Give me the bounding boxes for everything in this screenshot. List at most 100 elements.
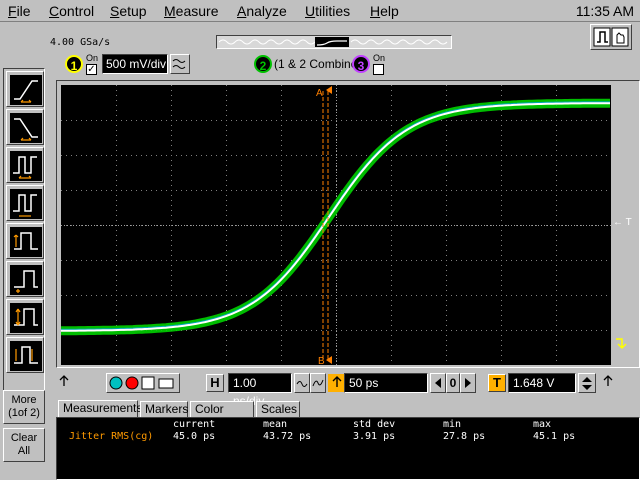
rise-time-button[interactable]	[6, 71, 44, 107]
amplitude-icon	[10, 265, 42, 295]
waveform-display: AB ← T	[56, 80, 640, 368]
left-arrow-icon	[435, 378, 441, 388]
more-sub-label: (1of 2)	[8, 407, 40, 419]
cursor-a-arrow	[326, 86, 332, 94]
menu-file[interactable]: File	[8, 3, 31, 19]
period-button[interactable]	[6, 147, 44, 183]
scope-control-bar: H 1.00 ns/div 50 ps 0 T 1.648 V	[56, 370, 640, 408]
trigger-level-marker: ← T	[613, 217, 632, 228]
channel-1-scale-stepper[interactable]	[170, 54, 190, 74]
clear-sub-label: All	[17, 445, 31, 457]
scroll-up-icon[interactable]	[58, 374, 70, 388]
menu-control[interactable]: Control	[49, 3, 94, 19]
menu-bar: File Control Setup Measure Analyze Utili…	[0, 0, 640, 22]
bottom-tabs: Measurements Markers Color Grade Scales …	[56, 400, 640, 432]
waveform-trace	[61, 102, 610, 332]
tab-color-grade[interactable]: Color Grade	[190, 401, 254, 431]
channel-1-on-label: On	[86, 53, 99, 63]
delay-left-button[interactable]	[430, 373, 446, 393]
run-control-group	[106, 373, 180, 393]
menu-analyze[interactable]: Analyze	[237, 3, 287, 19]
right-arrow-icon	[465, 378, 471, 388]
header-current: current	[173, 419, 216, 430]
delay-right-button[interactable]	[460, 373, 476, 393]
value-min: 27.8 ps	[443, 431, 486, 442]
display-mode-button[interactable]	[590, 24, 632, 50]
viewport-wave-icon	[316, 40, 347, 46]
more-button[interactable]: More (1of 2)	[3, 390, 45, 424]
graticule-screen[interactable]: AB	[61, 85, 611, 365]
cursor-b-label: B	[318, 356, 325, 365]
pulse-width-icon	[10, 227, 42, 257]
cursor-a-label: A	[316, 88, 323, 99]
duty-cycle-icon	[10, 341, 42, 371]
clock: 11:35 AM	[575, 3, 634, 19]
header-max: max	[533, 419, 552, 430]
timebase-wave-icon	[296, 381, 308, 387]
delay-reference[interactable]: 0	[446, 373, 460, 393]
more-label: More	[11, 394, 37, 406]
single-icon	[141, 376, 155, 390]
value-mean: 43.72 ps	[263, 431, 312, 442]
channel-1-badge[interactable]: 1	[65, 55, 83, 73]
amplitude-button[interactable]	[6, 261, 44, 297]
waveform-envelope	[61, 98, 610, 336]
frequency-button[interactable]	[6, 185, 44, 221]
tab-markers[interactable]: Markers	[140, 401, 188, 418]
timebase-stepper-alt[interactable]	[310, 373, 326, 393]
channel-3-badge[interactable]: 3	[352, 55, 370, 73]
channel-1-on-checkbox[interactable]: ✓	[86, 64, 97, 75]
left-toolbar: More (1of 2) Clear All	[0, 22, 48, 480]
value-max: 45.1 ps	[533, 431, 576, 442]
header-min: min	[443, 419, 462, 430]
measurement-name[interactable]: Jitter RMS(cg)	[69, 431, 153, 442]
timebase-field[interactable]: 1.00 ns/div	[228, 373, 292, 408]
fall-time-icon	[10, 113, 42, 143]
menu-measure[interactable]: Measure	[164, 3, 218, 19]
menu-setup[interactable]: Setup	[110, 3, 147, 19]
value-current: 45.0 ps	[173, 431, 216, 442]
channel-2-badge[interactable]: 2	[254, 55, 272, 73]
waveform-edge	[61, 101, 610, 331]
menu-help[interactable]: Help	[370, 3, 399, 19]
pulse-hand-icon	[593, 27, 629, 47]
horizontal-label: H	[206, 374, 224, 392]
overshoot-icon	[10, 303, 42, 333]
expand-arrow-icon[interactable]	[613, 337, 627, 351]
period-icon	[10, 151, 42, 181]
timebase-stepper[interactable]	[294, 373, 310, 393]
cursor-b-arrow	[326, 356, 332, 364]
duty-cycle-button[interactable]	[6, 337, 44, 373]
tab-scales[interactable]: Scales	[256, 401, 300, 418]
trigger-label: T	[488, 374, 506, 392]
channel-1-scale-field[interactable]: 500 mV/div	[102, 54, 168, 74]
trigger-tools-frame	[3, 68, 45, 408]
frequency-icon	[10, 189, 42, 219]
stop-icon	[125, 376, 139, 390]
waveform-canvas: AB	[61, 85, 611, 365]
rise-time-icon	[10, 75, 42, 105]
stepper-wave-icon	[172, 59, 186, 69]
run-icon	[109, 376, 123, 390]
run-control-icons	[109, 376, 174, 390]
trigger-level-spinner[interactable]	[578, 373, 596, 393]
channel-bar: 1 On ✓ 500 mV/div 2 (1 & 2 Combined) 3 O…	[56, 52, 640, 78]
channel-3-on-checkbox[interactable]	[373, 64, 384, 75]
menu-utilities[interactable]: Utilities	[305, 3, 350, 19]
clear-label: Clear	[10, 432, 38, 444]
print-icon	[158, 378, 174, 389]
fall-time-button[interactable]	[6, 109, 44, 145]
channel-3-on-label: On	[373, 53, 386, 63]
delay-field[interactable]: 50 ps	[344, 373, 428, 393]
overshoot-button[interactable]	[6, 299, 44, 335]
measurement-table: current mean std dev min max Jitter RMS(…	[56, 417, 640, 480]
spinner-arrows-icon	[582, 377, 592, 390]
header-std-dev: std dev	[353, 419, 396, 430]
trigger-level-field[interactable]: 1.648 V	[508, 373, 576, 393]
clear-all-button[interactable]: Clear All	[3, 428, 45, 462]
scroll-up-right-icon[interactable]	[602, 374, 614, 388]
tab-measurements[interactable]: Measurements	[58, 400, 142, 418]
navigator-viewport[interactable]	[315, 37, 349, 47]
pulse-width-button[interactable]	[6, 223, 44, 259]
waveform-navigator[interactable]	[216, 35, 452, 49]
